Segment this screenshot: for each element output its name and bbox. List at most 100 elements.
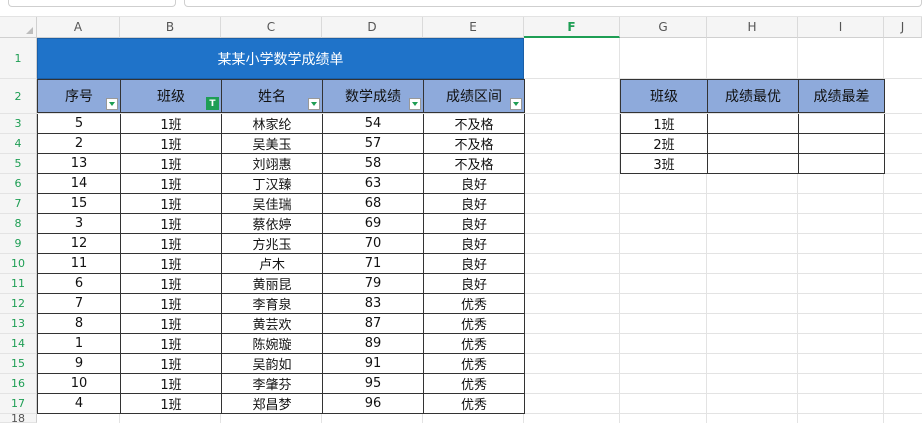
table-cell[interactable]: 良好 xyxy=(423,194,525,214)
table-cell[interactable]: 李肇芬 xyxy=(221,374,323,394)
table-cell[interactable]: 68 xyxy=(322,194,424,214)
table-cell[interactable]: 91 xyxy=(322,354,424,374)
table-cell[interactable]: 吴韵如 xyxy=(221,354,323,374)
table-cell[interactable]: 7 xyxy=(37,294,121,314)
table-cell[interactable]: 丁汉臻 xyxy=(221,174,323,194)
row-header-3[interactable]: 3 xyxy=(0,114,37,134)
header-cell[interactable]: 班级 T xyxy=(120,79,222,113)
header-cell[interactable]: 成绩区间 xyxy=(423,79,525,113)
table-cell[interactable]: 吴佳瑞 xyxy=(221,194,323,214)
table-cell[interactable]: 1班 xyxy=(120,294,222,314)
row-header-6[interactable]: 6 xyxy=(0,174,37,194)
table-cell[interactable]: 1班 xyxy=(120,154,222,174)
table-cell[interactable]: 1班 xyxy=(120,254,222,274)
table-cell[interactable]: 54 xyxy=(322,114,424,134)
table-cell[interactable]: 87 xyxy=(322,314,424,334)
column-header-e[interactable]: E xyxy=(423,17,524,38)
table-cell[interactable]: 1 xyxy=(37,334,121,354)
header-cell[interactable]: 数学成绩 xyxy=(322,79,424,113)
table-cell[interactable]: 良好 xyxy=(423,174,525,194)
table-cell[interactable]: 李育泉 xyxy=(221,294,323,314)
table-cell[interactable]: 蔡依婷 xyxy=(221,214,323,234)
table-cell[interactable]: 良好 xyxy=(423,214,525,234)
header-cell[interactable]: 序号 xyxy=(37,79,121,113)
summary-cell[interactable] xyxy=(798,154,885,174)
summary-cell[interactable] xyxy=(707,154,799,174)
table-cell[interactable]: 1班 xyxy=(120,214,222,234)
table-cell[interactable]: 9 xyxy=(37,354,121,374)
filter-dropdown-icon[interactable] xyxy=(409,98,421,110)
row-header-15[interactable]: 15 xyxy=(0,354,37,374)
table-cell[interactable]: 优秀 xyxy=(423,374,525,394)
table-cell[interactable]: 15 xyxy=(37,194,121,214)
summary-header-cell[interactable]: 班级 xyxy=(620,79,708,113)
table-cell[interactable]: 林家纶 xyxy=(221,114,323,134)
row-header-9[interactable]: 9 xyxy=(0,234,37,254)
table-cell[interactable]: 95 xyxy=(322,374,424,394)
table-cell[interactable]: 良好 xyxy=(423,254,525,274)
column-header-c[interactable]: C xyxy=(221,17,322,38)
header-cell[interactable]: 姓名 xyxy=(221,79,323,113)
table-cell[interactable]: 1班 xyxy=(120,374,222,394)
table-cell[interactable]: 3 xyxy=(37,214,121,234)
table-cell[interactable]: 方兆玉 xyxy=(221,234,323,254)
table-cell[interactable]: 优秀 xyxy=(423,294,525,314)
row-header-11[interactable]: 11 xyxy=(0,274,37,294)
table-cell[interactable]: 89 xyxy=(322,334,424,354)
summary-cell[interactable] xyxy=(798,114,885,134)
table-cell[interactable]: 69 xyxy=(322,214,424,234)
row-header-4[interactable]: 4 xyxy=(0,134,37,154)
table-cell[interactable]: 14 xyxy=(37,174,121,194)
table-cell[interactable]: 优秀 xyxy=(423,394,525,414)
row-header-2[interactable]: 2 xyxy=(0,79,37,114)
table-cell[interactable]: 4 xyxy=(37,394,121,414)
filter-dropdown-icon[interactable] xyxy=(308,98,320,110)
table-cell[interactable]: 1班 xyxy=(120,354,222,374)
table-cell[interactable]: 优秀 xyxy=(423,314,525,334)
table-cell[interactable]: 黄丽昆 xyxy=(221,274,323,294)
summary-cell[interactable]: 3班 xyxy=(620,154,708,174)
table-cell[interactable]: 96 xyxy=(322,394,424,414)
row-header-5[interactable]: 5 xyxy=(0,154,37,174)
row-header-16[interactable]: 16 xyxy=(0,374,37,394)
filter-dropdown-icon[interactable] xyxy=(510,98,522,110)
row-header-1[interactable]: 1 xyxy=(0,38,37,79)
row-header-8[interactable]: 8 xyxy=(0,214,37,234)
row-header-13[interactable]: 13 xyxy=(0,314,37,334)
table-cell[interactable]: 71 xyxy=(322,254,424,274)
column-header-h[interactable]: H xyxy=(707,17,798,38)
table-cell[interactable]: 79 xyxy=(322,274,424,294)
table-cell[interactable]: 卢木 xyxy=(221,254,323,274)
summary-header-cell[interactable]: 成绩最优 xyxy=(707,79,799,113)
table-cell[interactable]: 8 xyxy=(37,314,121,334)
table-cell[interactable]: 12 xyxy=(37,234,121,254)
column-header-j[interactable]: J xyxy=(884,17,922,38)
table-cell[interactable]: 优秀 xyxy=(423,354,525,374)
table-cell[interactable]: 1班 xyxy=(120,114,222,134)
table-cell[interactable]: 58 xyxy=(322,154,424,174)
table-cell[interactable]: 郑昌梦 xyxy=(221,394,323,414)
summary-cell[interactable] xyxy=(707,114,799,134)
table-cell[interactable]: 1班 xyxy=(120,394,222,414)
table-cell[interactable]: 不及格 xyxy=(423,114,525,134)
table-cell[interactable]: 13 xyxy=(37,154,121,174)
table-cell[interactable]: 不及格 xyxy=(423,134,525,154)
table-cell[interactable]: 57 xyxy=(322,134,424,154)
name-box[interactable] xyxy=(8,0,176,7)
column-header-i[interactable]: I xyxy=(798,17,884,38)
table-cell[interactable]: 5 xyxy=(37,114,121,134)
table-cell[interactable]: 1班 xyxy=(120,134,222,154)
filter-active-icon[interactable]: T xyxy=(206,97,219,110)
table-cell[interactable]: 70 xyxy=(322,234,424,254)
table-cell[interactable]: 1班 xyxy=(120,194,222,214)
table-cell[interactable]: 11 xyxy=(37,254,121,274)
table-cell[interactable]: 吴美玉 xyxy=(221,134,323,154)
select-all-corner[interactable] xyxy=(0,17,37,38)
column-header-f[interactable]: F xyxy=(524,17,620,38)
table-cell[interactable]: 良好 xyxy=(423,274,525,294)
column-header-b[interactable]: B xyxy=(120,17,221,38)
row-header-7[interactable]: 7 xyxy=(0,194,37,214)
sheet-title[interactable]: 某某小学数学成绩单 xyxy=(37,38,524,79)
row-header-18[interactable]: 18 xyxy=(0,412,37,425)
table-cell[interactable]: 10 xyxy=(37,374,121,394)
